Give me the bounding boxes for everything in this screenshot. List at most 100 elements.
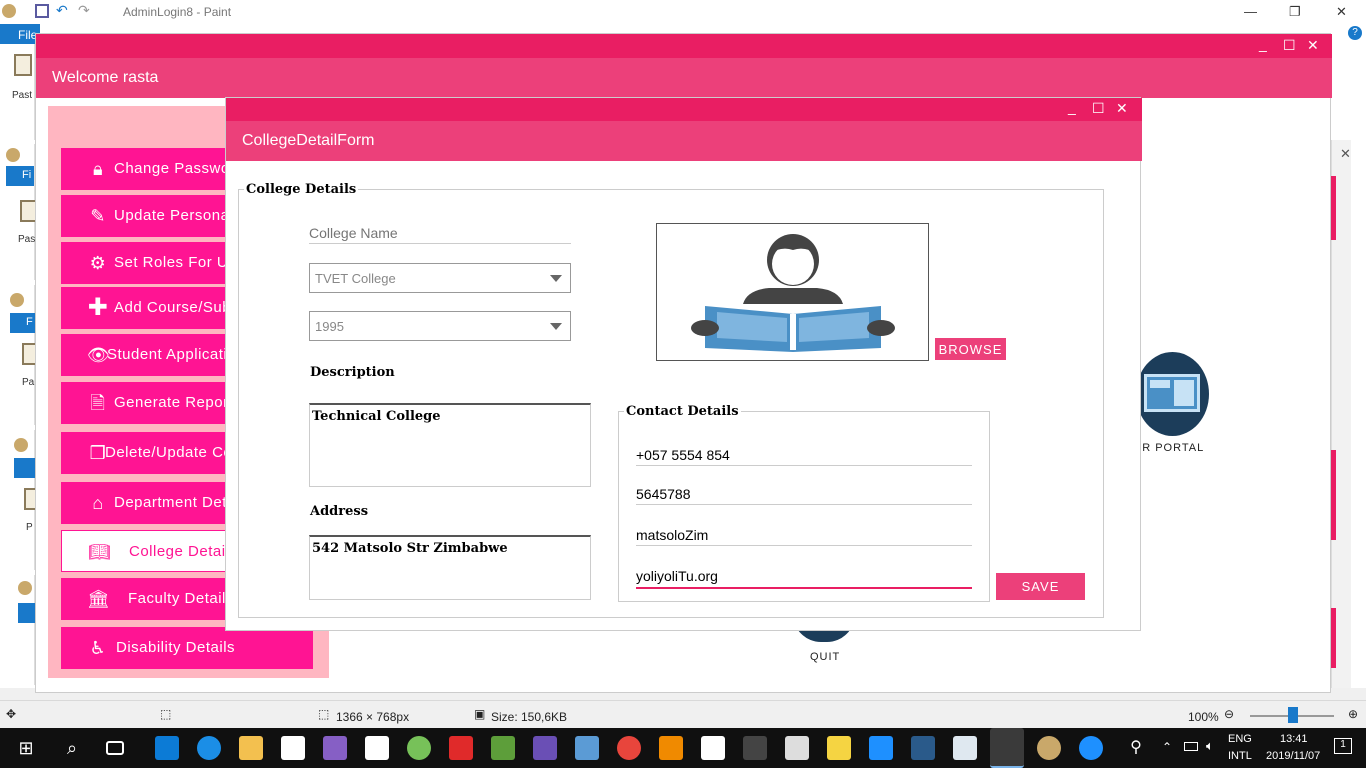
college-name-input[interactable] — [309, 222, 571, 244]
paint-file-tab[interactable]: File — [0, 24, 40, 44]
dashboard-icon-panel — [1150, 380, 1170, 388]
app-icon-green[interactable] — [491, 736, 515, 760]
help-icon[interactable]: ? — [1348, 26, 1362, 40]
college-type-value: TVET College — [315, 271, 396, 286]
visual-studio-2-icon[interactable] — [533, 736, 557, 760]
background-window-edge — [1331, 450, 1336, 540]
paint-window-stub-3: F Pa — [0, 285, 40, 425]
welcome-maximize-icon[interactable]: ☐ — [1283, 37, 1296, 54]
form-close-icon[interactable]: ✕ — [1116, 100, 1128, 117]
address-textarea[interactable]: 542 Matsolo Str Zimbabwe — [309, 535, 591, 600]
app-icon-red[interactable] — [449, 736, 473, 760]
windows-start-icon[interactable]: ⊞ — [14, 736, 38, 760]
paste-label-3: Pa — [22, 377, 35, 388]
plus-icon: ✚ — [87, 294, 109, 321]
zoom-slider-thumb[interactable] — [1288, 707, 1298, 723]
background-window-edge — [1331, 176, 1336, 240]
sidebar-item-disability-details[interactable]: ♿︎ Disability Details — [61, 627, 313, 669]
move-icon: ✥ — [6, 707, 17, 721]
college-type-select[interactable]: TVET College — [309, 263, 571, 293]
description-value: Technical College — [312, 409, 441, 424]
phone-input[interactable] — [636, 444, 972, 466]
paint-titlebar: ↶ ↷ AdminLogin8 - Paint — ❐ ✕ — [0, 0, 1366, 24]
description-label: Description — [310, 365, 395, 380]
paint-3d-icon[interactable] — [1037, 736, 1061, 760]
people-icon[interactable]: ⚲ — [1124, 736, 1148, 760]
notifications-icon[interactable]: 1 — [1334, 738, 1352, 754]
form-titlebar: _ ☐ ✕ — [226, 98, 1142, 121]
store-icon[interactable] — [155, 736, 179, 760]
dropbox-icon[interactable] — [365, 736, 389, 760]
sidebar-item-label: College Details — [129, 543, 238, 560]
volume-icon[interactable]: 🔈︎ — [1206, 738, 1214, 754]
paint-file-tab-2[interactable]: Fi — [6, 166, 34, 186]
description-textarea[interactable]: Technical College — [309, 403, 591, 487]
language-layout[interactable]: INTL — [1228, 750, 1252, 762]
language-code[interactable]: ENG — [1228, 733, 1252, 745]
show-hidden-icons[interactable]: ⌃ — [1162, 740, 1172, 754]
canvas-dimensions: 1366 × 768px — [336, 710, 410, 724]
paint-window-stub-4: P — [0, 430, 42, 570]
help-taskbar-icon[interactable] — [1079, 736, 1103, 760]
chrome-icon[interactable] — [617, 736, 641, 760]
app-icon-blue[interactable] — [869, 736, 893, 760]
search-icon[interactable]: ⌕ — [60, 736, 84, 760]
form-title: CollegeDetailForm — [242, 132, 375, 149]
paste-icon[interactable] — [14, 54, 32, 76]
app-icon-chart-2[interactable] — [953, 736, 977, 760]
undo-icon[interactable]: ↶ — [56, 2, 70, 18]
clock-time[interactable]: 13:41 — [1280, 733, 1308, 745]
selection-icon: ⬚ — [160, 707, 172, 721]
matlab-icon[interactable] — [911, 736, 935, 760]
edge-icon[interactable] — [197, 736, 221, 760]
paint-taskbar-icon[interactable] — [990, 728, 1024, 768]
browse-button[interactable]: BROWSE — [935, 338, 1006, 360]
battery-icon[interactable] — [1184, 742, 1198, 751]
paint-file-tab-3[interactable]: F — [10, 313, 38, 333]
year-select[interactable]: 1995 — [309, 311, 571, 341]
zoom-out-icon[interactable]: ⊖ — [1224, 707, 1234, 721]
website-input[interactable] — [636, 565, 972, 589]
file-explorer-icon[interactable] — [239, 736, 263, 760]
task-view-icon[interactable] — [106, 741, 124, 755]
save-button[interactable]: SAVE — [996, 573, 1085, 600]
paint-statusbar: ✥ ⬚ ⬚ 1366 × 768px ▣ Size: 150,6KB 100% … — [0, 700, 1366, 730]
app-icon-cube[interactable] — [575, 736, 599, 760]
year-value: 1995 — [315, 319, 344, 334]
welcome-minimize-icon[interactable]: _ — [1259, 36, 1267, 52]
bank-icon: 🏛︎ — [87, 589, 111, 609]
app-icon-chart[interactable] — [701, 736, 725, 760]
teacher-portal-icon[interactable] — [1136, 352, 1209, 436]
edit-icon: ✎ — [90, 206, 106, 226]
restore-icon[interactable]: ❐ — [1289, 4, 1301, 20]
zoom-in-icon[interactable]: ⊕ — [1348, 707, 1358, 721]
paint-file-tab-4[interactable] — [14, 458, 36, 478]
redo-icon[interactable]: ↷ — [78, 2, 92, 18]
amazon-icon[interactable] — [281, 736, 305, 760]
paint-file-tab-5[interactable] — [18, 603, 36, 623]
clock-date[interactable]: 2019/11/07 — [1266, 750, 1320, 762]
form-minimize-icon[interactable]: _ — [1068, 99, 1076, 115]
welcome-close-icon[interactable]: ✕ — [1307, 37, 1319, 54]
fax-input[interactable] — [636, 483, 972, 505]
app-icon-sticky[interactable] — [827, 736, 851, 760]
app-icon-git[interactable] — [743, 736, 767, 760]
paint-stub-icon — [6, 148, 20, 162]
close-icon[interactable]: ✕ — [1336, 4, 1347, 20]
college-image-box — [656, 223, 929, 361]
contact-name-input[interactable] — [636, 524, 972, 546]
minimize-icon[interactable]: — — [1244, 4, 1257, 19]
background-close-icon[interactable]: ✕ — [1340, 146, 1351, 162]
notification-count: 1 — [1340, 739, 1346, 750]
form-maximize-icon[interactable]: ☐ — [1092, 100, 1105, 117]
vlc-icon[interactable] — [659, 736, 683, 760]
visual-studio-icon[interactable] — [323, 736, 347, 760]
lock-icon: 🔒︎ — [92, 159, 104, 179]
paste-label: Past — [12, 90, 33, 101]
quit-label[interactable]: QUIT — [810, 651, 840, 663]
save-icon[interactable] — [35, 4, 49, 18]
app-icon-az[interactable] — [785, 736, 809, 760]
paint-app-icon — [2, 4, 16, 18]
android-studio-icon[interactable] — [407, 736, 431, 760]
paint-stub-icon — [14, 438, 28, 452]
